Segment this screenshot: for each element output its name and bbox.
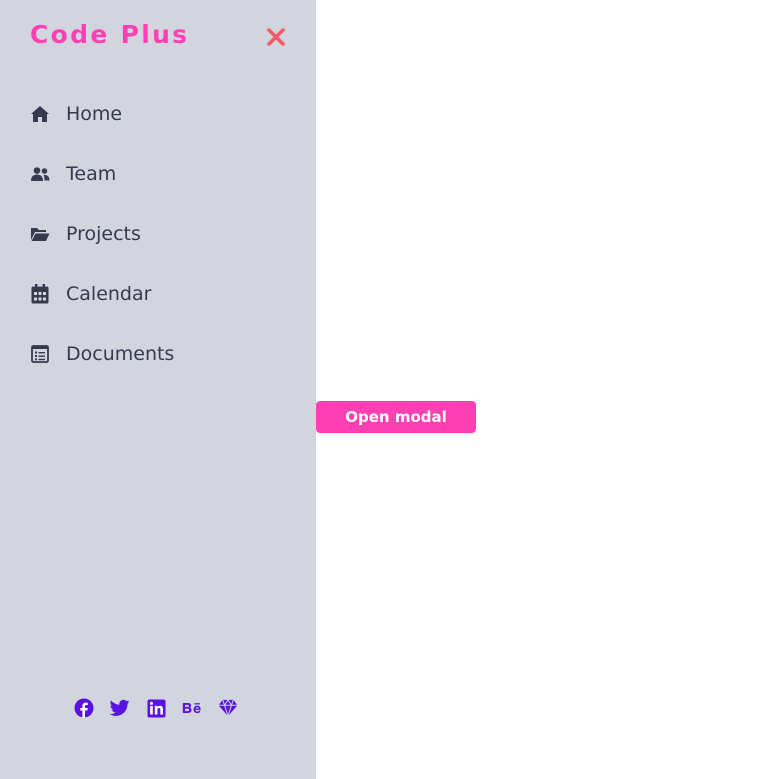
sidebar-item-home[interactable]: Home bbox=[0, 84, 316, 144]
page: Code Plus Home Team Projects Calendar Do… bbox=[0, 0, 775, 779]
close-sidebar-button[interactable] bbox=[263, 24, 289, 50]
users-icon bbox=[30, 164, 50, 184]
linkedin-icon[interactable] bbox=[146, 697, 166, 719]
sidebar-item-label: Documents bbox=[66, 343, 175, 365]
sidebar-nav: Home Team Projects Calendar Documents bbox=[0, 84, 316, 384]
sidebar-item-label: Calendar bbox=[66, 283, 152, 305]
open-modal-button[interactable]: Open modal bbox=[316, 401, 476, 433]
home-icon bbox=[30, 104, 50, 124]
brand-title: Code Plus bbox=[30, 20, 190, 49]
sidebar: Code Plus Home Team Projects Calendar Do… bbox=[0, 0, 316, 779]
sidebar-item-label: Home bbox=[66, 103, 123, 125]
social-links bbox=[74, 697, 238, 719]
behance-icon[interactable] bbox=[182, 697, 202, 719]
twitter-icon[interactable] bbox=[110, 697, 130, 719]
sidebar-item-calendar[interactable]: Calendar bbox=[0, 264, 316, 324]
facebook-icon[interactable] bbox=[74, 697, 94, 719]
sidebar-item-label: Team bbox=[66, 163, 117, 185]
close-icon bbox=[263, 24, 289, 50]
sketch-icon[interactable] bbox=[218, 697, 238, 719]
sidebar-item-documents[interactable]: Documents bbox=[0, 324, 316, 384]
sidebar-item-label: Projects bbox=[66, 223, 141, 245]
calendar-icon bbox=[30, 284, 50, 304]
document-list-icon bbox=[30, 344, 50, 364]
sidebar-item-team[interactable]: Team bbox=[0, 144, 316, 204]
sidebar-item-projects[interactable]: Projects bbox=[0, 204, 316, 264]
folder-open-icon bbox=[30, 224, 50, 244]
